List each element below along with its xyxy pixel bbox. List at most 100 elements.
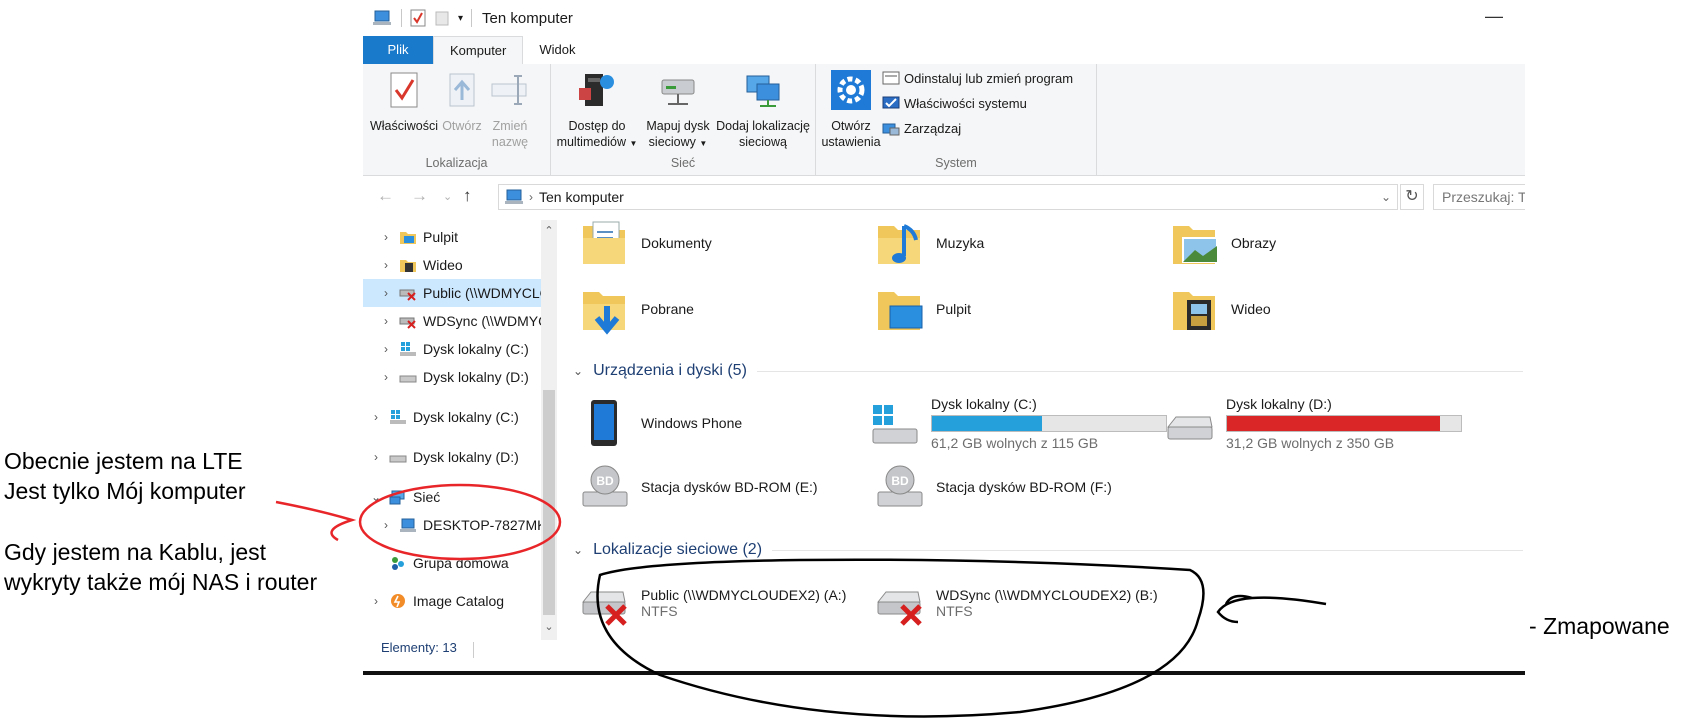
expand-chevron-icon[interactable]: ›: [373, 518, 399, 532]
device-bd-rom-e[interactable]: BD Stacja dysków BD-ROM (E:): [579, 460, 818, 514]
nav-item-video[interactable]: › Wideo: [363, 251, 555, 279]
section-divider: [772, 549, 1523, 551]
section-devices[interactable]: ⌄ Urządzenia i dyski (5): [573, 362, 1523, 380]
rename-button[interactable]: Zmień nazwę: [487, 70, 533, 150]
drive-c-label: Dysk lokalny (C:): [931, 396, 1037, 412]
search-input[interactable]: Przeszukaj: Ten komp: [1433, 184, 1525, 210]
network-drive-public[interactable]: Public (\\WDMYCLOUDEX2) (A:) NTFS: [579, 576, 846, 630]
open-icon: [449, 73, 475, 107]
navigation-scrollbar[interactable]: ⌃ ⌄: [541, 220, 557, 640]
nav-item-public-drive[interactable]: › Public (\\WDMYCLOUDEX2) (A:): [363, 279, 555, 307]
manage-button[interactable]: Zarządzaj: [882, 120, 961, 136]
properties-button[interactable]: Właściwości: [369, 70, 439, 134]
disconnected-network-drive-icon: [399, 317, 416, 329]
drive-d-label: Dysk lokalny (D:): [1226, 396, 1332, 412]
device-local-disk-c[interactable]: Dysk lokalny (C:) 61,2 GB wolnych z 115 …: [869, 396, 1167, 451]
scroll-up-icon[interactable]: ⌃: [541, 224, 557, 237]
nav-item-local-disk-d[interactable]: › Dysk lokalny (D:): [363, 363, 555, 391]
nav-item-local-disk-c[interactable]: › Dysk lokalny (C:): [363, 335, 555, 363]
scrollbar-thumb[interactable]: [543, 390, 555, 615]
expand-chevron-icon[interactable]: ›: [363, 450, 389, 464]
nav-item-label: Grupa domowa: [413, 555, 509, 571]
tab-computer[interactable]: Komputer: [433, 36, 524, 64]
hard-drive-icon: [389, 455, 407, 463]
computer-icon: [505, 189, 523, 204]
address-dropdown-icon[interactable]: ⌄: [1381, 190, 1391, 204]
settings-label-1: Otwórz: [831, 119, 871, 133]
expand-chevron-icon[interactable]: ›: [363, 410, 389, 424]
expand-chevron-icon[interactable]: ›: [373, 286, 399, 300]
drive-c-free-space: 61,2 GB wolnych z 115 GB: [931, 435, 1099, 451]
open-settings-button[interactable]: Otwórz ustawienia: [820, 70, 882, 150]
collapse-chevron-icon[interactable]: ⌄: [573, 364, 583, 378]
group-system: Otwórz ustawienia Odinstaluj lub zmień p…: [816, 64, 1097, 176]
collapse-chevron-icon[interactable]: ⌄: [573, 543, 583, 557]
nav-item-label: Dysk lokalny (D:): [423, 369, 529, 385]
recent-chevron-icon[interactable]: ⌄: [443, 190, 452, 203]
network-drive-wdsync[interactable]: WDSync (\\WDMYCLOUDEX2) (B:) NTFS: [874, 576, 1158, 630]
nav-item-wdsync-drive[interactable]: › WDSync (\\WDMYCLOUDEX2) (B:): [363, 307, 555, 335]
expand-chevron-icon[interactable]: ›: [373, 230, 399, 244]
device-local-disk-d[interactable]: Dysk lokalny (D:) 31,2 GB wolnych z 350 …: [1164, 396, 1462, 451]
open-button[interactable]: Otwórz: [439, 70, 485, 134]
network-drive-label: WDSync (\\WDMYCLOUDEX2) (B:): [936, 587, 1158, 603]
nav-item-label: Public (\\WDMYCLOUDEX2) (A:): [423, 285, 555, 301]
properties-label: Właściwości: [369, 119, 439, 133]
disconnected-network-drive-icon: [876, 591, 922, 626]
customize-toolbar-icon[interactable]: ▾: [458, 13, 463, 24]
folder-video[interactable]: Wideo: [1169, 282, 1271, 336]
drive-d-usage-fill: [1227, 416, 1440, 431]
up-arrow-icon[interactable]: ↑: [463, 186, 472, 206]
expand-chevron-icon[interactable]: ›: [373, 258, 399, 272]
section-network-locations[interactable]: ⌄ Lokalizacje sieciowe (2): [573, 541, 1523, 559]
refresh-icon[interactable]: ↻: [1400, 184, 1424, 210]
map-drive-button[interactable]: Mapuj dysk sieciowy ▼: [641, 70, 715, 152]
folder-documents[interactable]: Dokumenty: [579, 216, 712, 270]
folder-pictures[interactable]: Obrazy: [1169, 216, 1276, 270]
video-folder-icon: [1173, 292, 1215, 330]
nav-item-local-disk-d-root[interactable]: › Dysk lokalny (D:): [363, 443, 555, 471]
nav-item-label: Image Catalog: [413, 593, 505, 609]
tab-view[interactable]: Widok: [523, 36, 591, 64]
folder-music[interactable]: Muzyka: [874, 216, 984, 270]
collapse-chevron-icon[interactable]: ⌄: [363, 490, 389, 504]
windows-drive-icon: [400, 342, 416, 356]
folder-downloads[interactable]: Pobrane: [579, 282, 694, 336]
nav-item-label: Pulpit: [423, 229, 459, 245]
expand-chevron-icon[interactable]: ›: [363, 594, 389, 608]
expand-chevron-icon[interactable]: ›: [373, 370, 399, 384]
back-arrow-icon[interactable]: ←: [377, 186, 394, 206]
expand-chevron-icon[interactable]: ›: [373, 314, 399, 328]
tab-file[interactable]: Plik: [363, 36, 433, 64]
nav-item-desktop-computer[interactable]: › DESKTOP-7827MKR: [363, 511, 555, 539]
system-properties-button[interactable]: Właściwości systemu: [882, 95, 1027, 111]
windows-drive-icon: [872, 404, 918, 443]
annotation-lte-line2: Jest tylko Mój komputer: [4, 478, 246, 504]
annotation-cable: Gdy jestem na Kablu, jest wykryty także …: [4, 537, 317, 597]
nav-item-label: DESKTOP-7827MKR: [423, 517, 555, 533]
media-access-button[interactable]: Dostęp do multimediów ▼: [555, 70, 639, 152]
section-devices-label: Urządzenia i dyski (5): [593, 362, 747, 379]
add-network-location-button[interactable]: Dodaj lokalizację sieciową: [713, 70, 813, 150]
expand-chevron-icon[interactable]: ›: [373, 342, 399, 356]
scroll-down-icon[interactable]: ⌄: [541, 620, 557, 633]
nav-item-desktop[interactable]: › Pulpit: [363, 223, 555, 251]
forward-arrow-icon[interactable]: →: [411, 186, 428, 206]
nav-item-homegroup[interactable]: Grupa domowa: [363, 549, 555, 577]
properties-icon[interactable]: [410, 9, 426, 27]
minimize-button[interactable]: —: [1485, 6, 1503, 27]
folder-desktop[interactable]: Pulpit: [874, 282, 971, 336]
group-system-label: System: [935, 156, 977, 170]
device-bd-rom-f[interactable]: BD Stacja dysków BD-ROM (F:): [874, 460, 1112, 514]
nav-item-network[interactable]: ⌄ Sieć: [363, 483, 555, 511]
address-bar[interactable]: › Ten komputer ⌄: [498, 184, 1398, 210]
uninstall-program-button[interactable]: Odinstaluj lub zmień program: [882, 70, 1073, 86]
device-windows-phone[interactable]: Windows Phone: [579, 396, 742, 450]
content-pane: Dokumenty Muzyka Obrazy Pobrane Pulpit W…: [563, 216, 1525, 671]
breadcrumb-separator-icon: ›: [529, 190, 533, 204]
settings-label-2: ustawienia: [821, 135, 881, 149]
new-folder-icon[interactable]: [434, 10, 450, 26]
nav-item-image-catalog[interactable]: › Image Catalog: [363, 587, 555, 615]
media-label-1: Dostęp do: [568, 119, 626, 133]
nav-item-local-disk-c-root[interactable]: › Dysk lokalny (C:): [363, 403, 555, 431]
